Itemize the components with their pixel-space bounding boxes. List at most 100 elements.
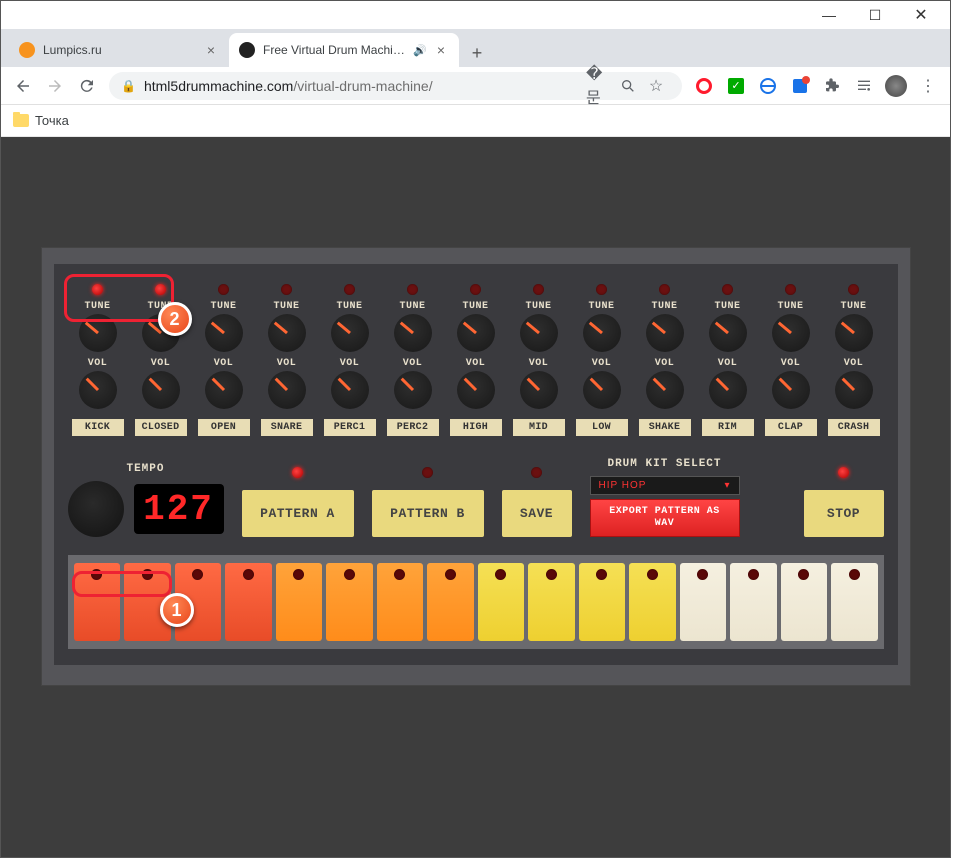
tab-close-icon[interactable]: × [433,42,449,58]
channel-name-button[interactable]: KICK [72,419,124,436]
pattern-a-button[interactable]: PATTERN A [242,490,354,537]
control-row: TEMPO 127 PATTERN A PATTERN B [68,458,884,537]
ext-opera-icon[interactable] [690,72,718,100]
tune-knob[interactable] [268,314,306,352]
step-pad-11[interactable] [579,563,626,641]
step-pad-7[interactable] [377,563,424,641]
tune-knob[interactable] [772,314,810,352]
tune-knob[interactable] [583,314,621,352]
tune-knob[interactable] [331,314,369,352]
tune-knob[interactable] [646,314,684,352]
tab-drum-machine[interactable]: Free Virtual Drum Machine, L 🔊 × [229,33,459,67]
step-pad-8[interactable] [427,563,474,641]
tab-lumpics[interactable]: Lumpics.ru × [9,33,229,67]
channel-snare: TUNEVOLSNARE [257,284,317,436]
vol-knob[interactable] [457,371,495,409]
channel-name-button[interactable]: PERC2 [387,419,439,436]
ext-cube-icon[interactable] [786,72,814,100]
step-pad-1[interactable] [74,563,121,641]
zoom-icon[interactable] [614,72,642,100]
channel-name-button[interactable]: LOW [576,419,628,436]
tab-strip: Lumpics.ru × Free Virtual Drum Machine, … [1,29,950,67]
stop-button[interactable]: STOP [804,490,884,537]
step-pad-14[interactable] [730,563,777,641]
tune-knob[interactable] [205,314,243,352]
channel-name-button[interactable]: RIM [702,419,754,436]
vol-knob[interactable] [79,371,117,409]
window-close-button[interactable]: ✕ [898,1,944,29]
window-minimize-button[interactable]: — [806,1,852,29]
vol-knob[interactable] [709,371,747,409]
channel-name-button[interactable]: CRASH [828,419,880,436]
channel-name-button[interactable]: CLAP [765,419,817,436]
channel-name-button[interactable]: SHAKE [639,419,691,436]
vol-knob[interactable] [646,371,684,409]
step-pad-4[interactable] [225,563,272,641]
arrow-left-icon [14,77,32,95]
save-button[interactable]: SAVE [502,490,572,537]
tune-knob[interactable] [709,314,747,352]
step-pad-6[interactable] [326,563,373,641]
step-pad-9[interactable] [478,563,525,641]
vol-knob[interactable] [583,371,621,409]
channel-shake: TUNEVOLSHAKE [635,284,695,436]
address-bar[interactable]: 🔒 html5drummachine.com/virtual-drum-mach… [109,72,682,100]
star-icon[interactable]: ☆ [642,72,670,100]
led-icon [531,467,542,478]
profile-icon[interactable] [882,72,910,100]
step-pad-5[interactable] [276,563,323,641]
media-icon[interactable] [850,72,878,100]
forward-button[interactable] [41,72,69,100]
vol-knob[interactable] [268,371,306,409]
back-button[interactable] [9,72,37,100]
tune-knob[interactable] [79,314,117,352]
step-pad-15[interactable] [781,563,828,641]
step-pad-3[interactable] [175,563,222,641]
export-button[interactable]: EXPORT PATTERN AS WAV [590,499,740,537]
led-icon [92,284,103,295]
vol-knob[interactable] [331,371,369,409]
extensions-icon[interactable] [818,72,846,100]
channel-name-button[interactable]: HIGH [450,419,502,436]
step-pad-2[interactable] [124,563,171,641]
tune-knob[interactable] [457,314,495,352]
bookmark-folder[interactable]: Точка [13,113,69,128]
led-icon [281,284,292,295]
channel-name-button[interactable]: OPEN [198,419,250,436]
new-tab-button[interactable]: + [463,39,491,67]
tempo-knob[interactable] [68,481,124,537]
led-icon [596,284,607,295]
translate-icon[interactable]: �문 [586,72,614,100]
vol-knob[interactable] [205,371,243,409]
tab-close-icon[interactable]: × [203,42,219,58]
vol-knob[interactable] [835,371,873,409]
vol-knob[interactable] [142,371,180,409]
tune-knob[interactable] [835,314,873,352]
window-maximize-button[interactable]: ☐ [852,1,898,29]
audio-icon[interactable]: 🔊 [413,44,429,57]
vol-knob[interactable] [772,371,810,409]
vol-knob[interactable] [520,371,558,409]
tune-knob[interactable] [142,314,180,352]
tune-knob[interactable] [520,314,558,352]
ext-globe-icon[interactable] [754,72,782,100]
kit-select[interactable]: HIP HOP ▾ [590,476,740,495]
reload-button[interactable] [73,72,101,100]
channel-name-button[interactable]: PERC1 [324,419,376,436]
tab-title: Free Virtual Drum Machine, L [263,43,409,57]
step-pad-row [68,555,884,649]
stop-section: STOP [804,467,884,537]
led-icon [394,569,405,580]
channel-name-button[interactable]: MID [513,419,565,436]
step-pad-12[interactable] [629,563,676,641]
vol-knob[interactable] [394,371,432,409]
tune-knob[interactable] [394,314,432,352]
step-pad-10[interactable] [528,563,575,641]
step-pad-16[interactable] [831,563,878,641]
channel-name-button[interactable]: CLOSED [135,419,187,436]
menu-icon[interactable]: ⋮ [914,72,942,100]
ext-check-icon[interactable]: ✓ [722,72,750,100]
channel-name-button[interactable]: SNARE [261,419,313,436]
step-pad-13[interactable] [680,563,727,641]
pattern-b-button[interactable]: PATTERN B [372,490,484,537]
